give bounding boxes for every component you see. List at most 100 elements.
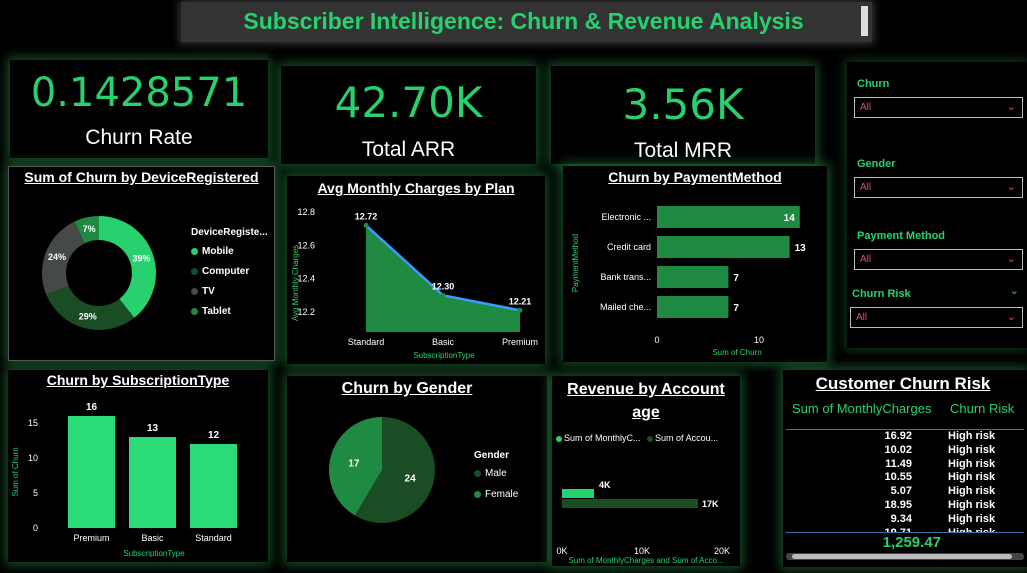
donut-slice-computer[interactable] <box>46 285 135 330</box>
device-legend-label: Computer <box>202 266 250 277</box>
slicer-gender-label: Gender <box>857 158 896 170</box>
scrollbar-thumb[interactable] <box>792 554 1012 559</box>
revenue-bars[interactable]: 4K 17K 0K 10K 20K <box>556 480 730 556</box>
gender-slice-label: 17 <box>348 458 360 469</box>
payment-y-tick: Mailed che... <box>600 302 651 312</box>
subscription-x-tick: Premium <box>73 533 109 543</box>
subscription-bar[interactable] <box>68 416 115 528</box>
gender-legend-item[interactable]: Female <box>474 489 518 500</box>
subscription-y-tick: 0 <box>33 523 38 533</box>
legend-dot-icon <box>647 435 654 442</box>
legend-dot-icon <box>556 435 562 442</box>
slicer-churn-dropdown[interactable]: All ⌄ <box>854 97 1023 118</box>
risk-header-level[interactable]: Churn Risk <box>950 401 1014 416</box>
risk-level-cell: High risk <box>948 443 996 456</box>
subscription-bars[interactable]: 15 10 5 0 16 Premium 13 Basic 12 Standard <box>28 402 237 543</box>
horizontal-scrollbar[interactable] <box>786 553 1024 560</box>
table-row[interactable]: 9.34 High risk <box>783 513 1027 527</box>
table-row[interactable]: 10.55 High risk <box>783 471 1027 485</box>
payment-x-tick: 10 <box>754 335 764 345</box>
subscription-chart-card: Churn by SubscriptionType 15 10 5 0 16 Premiu… <box>8 370 268 562</box>
donut-slice-label: 7% <box>83 224 96 234</box>
slicer-risk-dropdown[interactable]: All ⌄ <box>850 307 1023 328</box>
table-row[interactable]: 16.92 High risk <box>783 430 1027 444</box>
kpi-churn-rate-value: 0.1428571 <box>30 70 248 116</box>
revenue-bar[interactable] <box>562 499 698 508</box>
subscription-bar[interactable] <box>190 444 237 528</box>
device-legend-item[interactable]: Mobile <box>191 246 234 257</box>
chevron-down-icon[interactable]: ⌄ <box>1010 284 1019 297</box>
revenue-bar[interactable] <box>562 489 594 498</box>
plan-data-label: 12.21 <box>509 296 532 306</box>
plan-data-label: 12.72 <box>355 211 378 221</box>
plan-area-fill[interactable] <box>366 225 520 332</box>
revenue-legend: Sum of MonthlyC... Sum of Accou... <box>556 433 718 443</box>
kpi-mrr-value: 3.56K <box>622 80 744 129</box>
payment-bar[interactable] <box>657 266 729 288</box>
gender-legend-title: Gender <box>474 450 510 461</box>
revenue-x-tick: 20K <box>714 546 730 556</box>
subscription-x-axis-label: SubscriptionType <box>123 549 185 558</box>
device-legend-item[interactable]: TV <box>191 286 215 297</box>
plan-point[interactable] <box>363 222 369 228</box>
risk-amount-cell: 5.07 <box>890 485 912 498</box>
payment-bar[interactable] <box>657 206 800 228</box>
risk-amount-cell: 11.49 <box>885 457 912 470</box>
risk-level-cell: High risk <box>948 430 996 442</box>
payment-x-axis-label: Sum of Churn <box>712 348 761 357</box>
legend-dot-icon <box>191 307 198 315</box>
kpi-arr-label: Total ARR <box>361 138 456 161</box>
table-row[interactable]: 5.07 High risk <box>783 485 1027 499</box>
slicer-gender-dropdown[interactable]: All ⌄ <box>854 177 1023 198</box>
device-donut[interactable] <box>42 216 156 330</box>
subscription-y-tick: 10 <box>28 453 38 463</box>
payment-y-axis-label: PaymentMethod <box>571 234 580 292</box>
payment-y-tick: Electronic ... <box>601 212 651 222</box>
legend-dot-icon <box>474 490 481 498</box>
payment-bar[interactable] <box>657 296 729 318</box>
table-row[interactable]: 18.95 High risk <box>783 499 1027 513</box>
device-legend-item[interactable]: Tablet <box>191 306 231 317</box>
table-row[interactable]: 10.02 High risk <box>783 444 1027 458</box>
donut-slice-mobile[interactable] <box>99 216 156 318</box>
subscription-x-tick: Standard <box>195 533 232 543</box>
payment-y-tick: Bank trans... <box>600 272 651 282</box>
payment-bar[interactable] <box>657 236 790 258</box>
device-legend-item[interactable]: Computer <box>191 266 249 277</box>
slicer-gender-value: All <box>860 182 872 193</box>
device-legend-label: Mobile <box>202 246 234 257</box>
risk-amount-cell: 9.34 <box>890 512 912 525</box>
table-row[interactable]: 11.49 High risk <box>783 458 1027 472</box>
payment-chart-svg: Electronic ... 14 Credit card 13 Bank trans.… <box>571 206 806 357</box>
legend-dot-icon <box>191 287 198 295</box>
slicer-risk-label: Churn Risk <box>852 288 911 300</box>
gender-pie[interactable]: 24 17 <box>329 417 435 523</box>
subscription-bar[interactable] <box>129 437 176 528</box>
revenue-legend-item-1: Sum of MonthlyC... <box>564 433 641 443</box>
device-legend-title: DeviceRegiste... <box>191 227 268 238</box>
revenue-data-label: 4K <box>599 480 611 490</box>
payment-data-label: 14 <box>784 213 796 224</box>
slicer-risk-value: All <box>856 312 868 323</box>
gender-slice-label: 24 <box>405 474 417 485</box>
plan-y-tick: 12.4 <box>297 274 315 284</box>
chevron-down-icon: ⌄ <box>1006 101 1016 113</box>
chevron-down-icon: ⌄ <box>1006 253 1016 265</box>
chevron-down-icon: ⌄ <box>1006 311 1016 323</box>
subscription-y-tick: 15 <box>28 418 38 428</box>
gender-legend-item[interactable]: Male <box>474 468 507 479</box>
dashboard-title: Subscriber Intelligence: Churn & Revenue… <box>243 8 804 34</box>
slicer-payment-dropdown[interactable]: All ⌄ <box>854 249 1023 270</box>
plan-area[interactable]: 12.8 12.6 12.4 12.2 12.72 Standard 12.30 Basic 1… <box>297 207 538 347</box>
slicer-payment-label: Payment Method <box>857 230 946 242</box>
payment-bars[interactable]: Electronic ... 14 Credit card 13 Bank trans.… <box>600 206 806 345</box>
risk-header-amount[interactable]: Sum of MonthlyCharges <box>792 401 931 416</box>
plan-point[interactable] <box>440 292 446 298</box>
device-chart-title: Sum of Churn by DeviceRegistered <box>24 169 259 185</box>
gender-pie-svg: 24 17 <box>329 417 435 523</box>
kpi-churn-rate-card: 0.1428571 Churn Rate <box>10 60 268 158</box>
risk-level-cell: High risk <box>948 471 996 484</box>
title-scrollbar[interactable] <box>861 6 868 36</box>
plan-point[interactable] <box>517 307 523 313</box>
kpi-mrr-label: Total MRR <box>633 139 733 162</box>
